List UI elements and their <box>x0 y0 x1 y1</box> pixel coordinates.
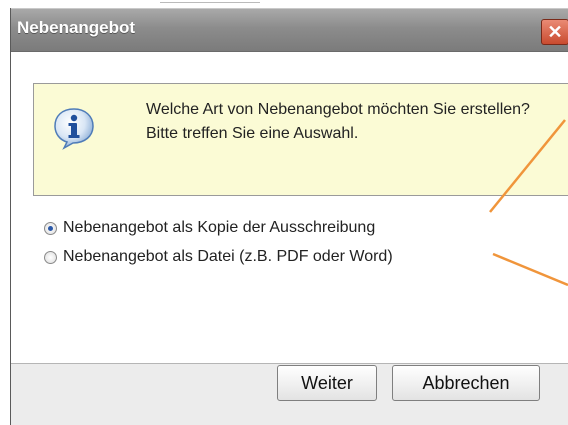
annotation-line-2 <box>492 252 568 287</box>
annotation-line-1 <box>489 119 566 213</box>
annotation-arrows <box>489 119 568 287</box>
